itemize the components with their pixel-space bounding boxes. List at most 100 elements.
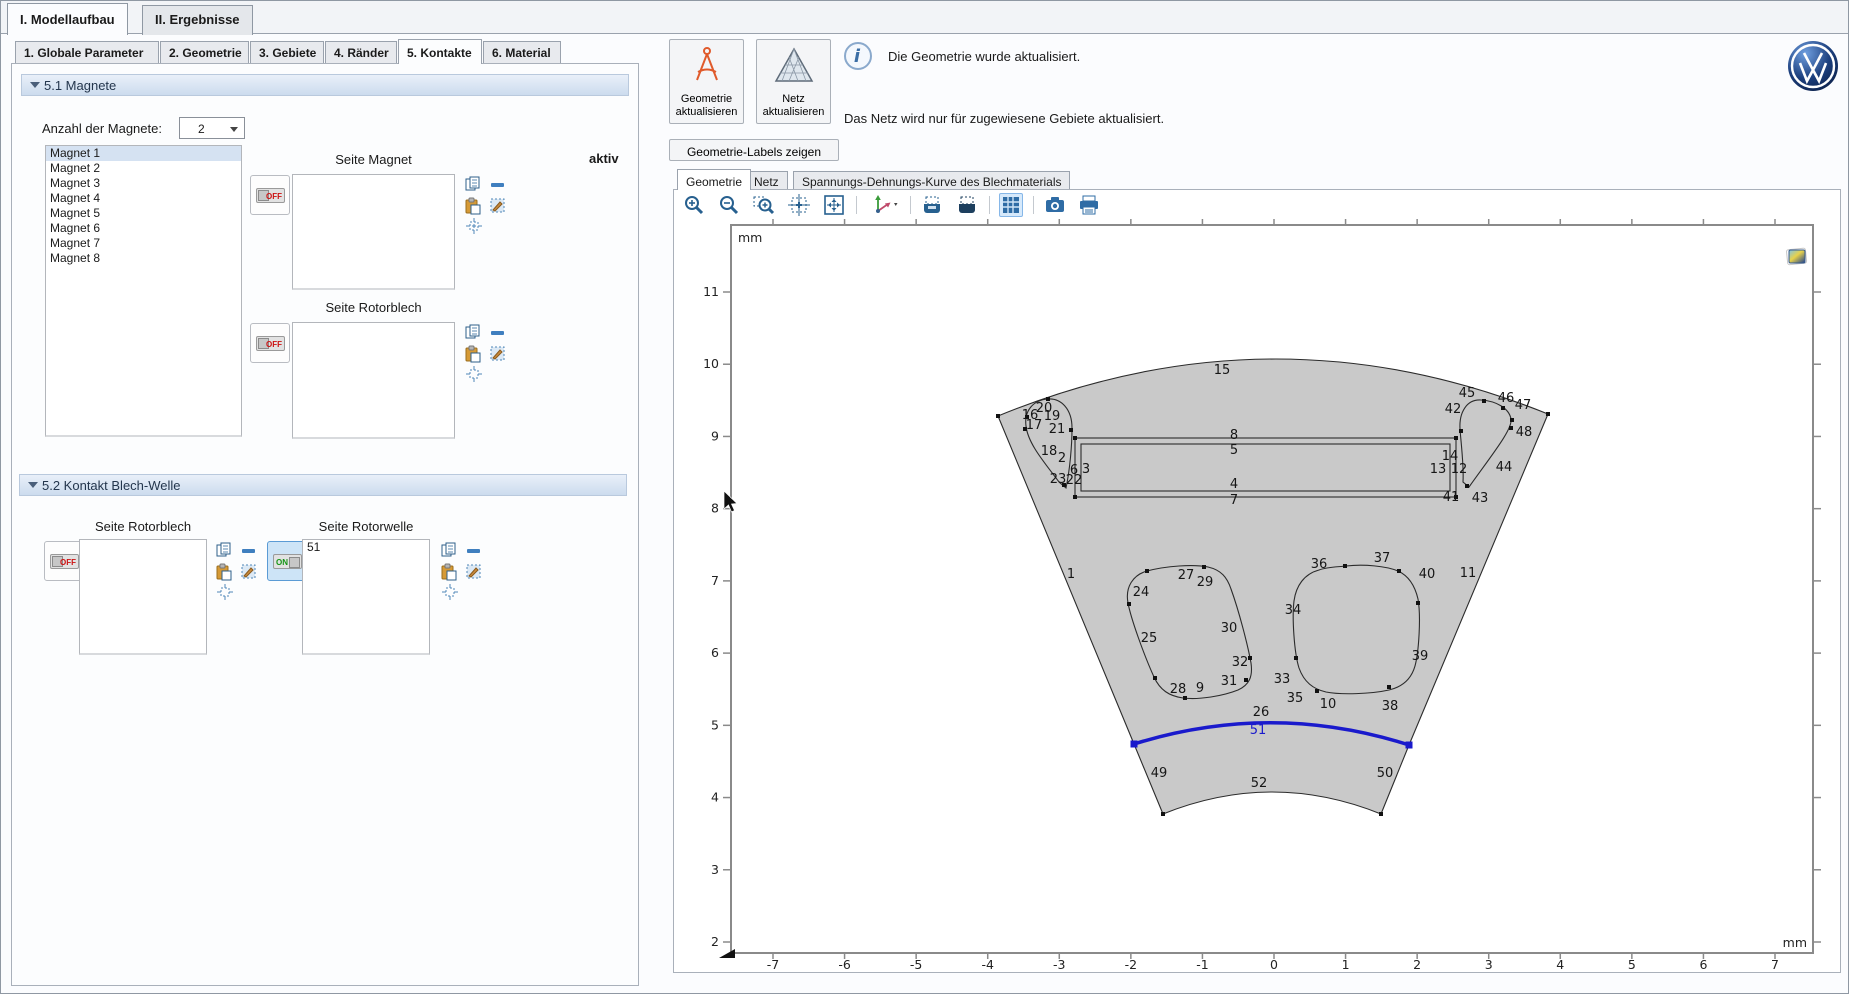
seite-rotorblech-toggle[interactable]: OFF bbox=[250, 323, 290, 363]
magnet-list-item[interactable]: Magnet 8 bbox=[46, 251, 241, 266]
copy-icon[interactable] bbox=[215, 541, 233, 559]
section-kontakt-header[interactable]: 5.2 Kontakt Blech-Welle bbox=[19, 474, 627, 496]
plot-tab-geometrie[interactable]: Geometrie bbox=[677, 169, 751, 190]
geometry-edge-label: 34 bbox=[1285, 603, 1302, 618]
copy-icon[interactable] bbox=[440, 541, 458, 559]
kontakt-rotorwelle-listbox[interactable]: 51 bbox=[302, 539, 430, 655]
svg-text:6: 6 bbox=[1699, 957, 1707, 972]
tab-kontakte[interactable]: 5. Kontakte bbox=[398, 39, 482, 64]
magnet-list-item[interactable]: Magnet 6 bbox=[46, 221, 241, 236]
geometry-edge-label: 26 bbox=[1253, 705, 1270, 720]
clear-selection-icon[interactable] bbox=[489, 345, 507, 363]
tab-material[interactable]: 6. Material bbox=[483, 41, 561, 64]
tab-raender[interactable]: 4. Ränder bbox=[325, 41, 397, 64]
zoom-out-icon[interactable] bbox=[717, 193, 741, 217]
geometry-edge-label: 33 bbox=[1274, 672, 1291, 687]
geometry-edge-label: 27 bbox=[1178, 568, 1195, 583]
geometry-edge-label: 17 bbox=[1026, 418, 1043, 433]
svg-text:8: 8 bbox=[711, 501, 719, 516]
print-icon[interactable] bbox=[1077, 193, 1101, 217]
magnet-list-item[interactable]: Magnet 2 bbox=[46, 161, 241, 176]
zoom-extents-icon[interactable] bbox=[787, 193, 811, 217]
geometry-edge-label: 40 bbox=[1419, 567, 1436, 582]
zoom-to-selection-icon[interactable] bbox=[216, 583, 234, 601]
netz-aktualisieren-button[interactable]: Netz aktualisieren bbox=[756, 39, 831, 124]
kontakt-rotorblech-listbox[interactable] bbox=[79, 539, 207, 655]
zoom-box-icon[interactable] bbox=[752, 193, 776, 217]
plot-thumbnail-icon[interactable] bbox=[1786, 248, 1806, 265]
magnet-list[interactable]: Magnet 1Magnet 2Magnet 3Magnet 4Magnet 5… bbox=[45, 145, 242, 437]
geometry-edge-label: 10 bbox=[1320, 697, 1337, 712]
magnet-list-item[interactable]: Magnet 5 bbox=[46, 206, 241, 221]
collapse-triangle-icon bbox=[28, 482, 38, 488]
magnet-list-item[interactable]: Magnet 7 bbox=[46, 236, 241, 251]
geometry-edge-label: 31 bbox=[1221, 674, 1238, 689]
magnet-list-item[interactable]: Magnet 1 bbox=[46, 146, 241, 161]
copy-icon[interactable] bbox=[464, 175, 482, 193]
geometry-edge-label: 38 bbox=[1382, 699, 1399, 714]
kontakt-rotorwelle-toggle[interactable]: ON bbox=[267, 541, 307, 581]
zoom-to-selection-icon[interactable] bbox=[441, 583, 459, 601]
rotorwelle-list-item[interactable]: 51 bbox=[303, 540, 429, 555]
tab-geometrie[interactable]: 2. Geometrie bbox=[160, 41, 249, 64]
tab-globale-parameter[interactable]: 1. Globale Parameter bbox=[15, 41, 159, 64]
grid-toggle-icon[interactable] bbox=[999, 193, 1023, 217]
anzahl-dropdown[interactable]: 2 bbox=[179, 117, 245, 139]
remove-icon[interactable] bbox=[489, 325, 507, 343]
paste-icon[interactable] bbox=[215, 563, 233, 581]
clear-selection-icon[interactable] bbox=[240, 563, 258, 581]
plot-tab-spannungs-kurve[interactable]: Spannungs-Dehnungs-Kurve des Blechmateri… bbox=[793, 171, 1070, 190]
geometry-edge-label: 2 bbox=[1058, 451, 1066, 466]
clear-selection-icon[interactable] bbox=[465, 563, 483, 581]
svg-text:10: 10 bbox=[703, 356, 719, 371]
mesh-icon bbox=[772, 44, 816, 86]
geometry-edge-label: 7 bbox=[1230, 493, 1238, 508]
tab-gebiete[interactable]: 3. Gebiete bbox=[250, 41, 324, 64]
seite-rotorblech-listbox[interactable] bbox=[292, 322, 455, 439]
geometrie-aktualisieren-button[interactable]: Geometrie aktualisieren bbox=[669, 39, 744, 124]
zoom-in-icon[interactable] bbox=[682, 193, 706, 217]
export-image-dark-icon[interactable] bbox=[955, 193, 979, 217]
view-orientation-icon[interactable] bbox=[866, 193, 902, 217]
geometrie-labels-button[interactable]: Geometrie-Labels zeigen bbox=[669, 139, 839, 161]
section-magnete-header[interactable]: 5.1 Magnete bbox=[21, 74, 629, 96]
seite-magnet-toggle[interactable]: OFF bbox=[250, 175, 290, 215]
svg-text:2: 2 bbox=[1413, 957, 1421, 972]
svg-text:6: 6 bbox=[711, 645, 719, 660]
geometry-edge-label: 43 bbox=[1472, 491, 1489, 506]
magnet-list-item[interactable]: Magnet 3 bbox=[46, 176, 241, 191]
geometry-edge-label: 4 bbox=[1230, 477, 1238, 492]
remove-icon[interactable] bbox=[465, 543, 483, 561]
vw-logo bbox=[1787, 40, 1839, 95]
kontakt-rotorblech-toggle[interactable]: OFF bbox=[44, 541, 84, 581]
export-image-icon[interactable] bbox=[920, 193, 944, 217]
paste-icon[interactable] bbox=[464, 197, 482, 215]
tab-modellaufbau[interactable]: I. Modellaufbau bbox=[7, 3, 128, 35]
remove-icon[interactable] bbox=[489, 177, 507, 195]
svg-text:-5: -5 bbox=[910, 957, 922, 972]
paste-icon[interactable] bbox=[464, 345, 482, 363]
clear-selection-icon[interactable] bbox=[489, 197, 507, 215]
geometry-plot[interactable]: -7-6-5-4-3-2-101234567234567891011 mm mm… bbox=[674, 218, 1840, 972]
chevron-down-icon bbox=[230, 127, 238, 132]
svg-text:3: 3 bbox=[711, 862, 719, 877]
paste-icon[interactable] bbox=[440, 563, 458, 581]
remove-icon[interactable] bbox=[240, 543, 258, 561]
zoom-to-selection-icon[interactable] bbox=[465, 217, 483, 235]
magnet-list-item[interactable]: Magnet 4 bbox=[46, 191, 241, 206]
snapshot-camera-icon[interactable] bbox=[1043, 193, 1067, 217]
geometry-edge-label: 35 bbox=[1287, 691, 1304, 706]
zoom-to-selection-icon[interactable] bbox=[465, 365, 483, 383]
tab-ergebnisse[interactable]: II. Ergebnisse bbox=[142, 5, 253, 35]
geometry-edge-label: 22 bbox=[1066, 473, 1083, 488]
fit-view-icon[interactable] bbox=[822, 193, 846, 217]
geometry-edge-label: 28 bbox=[1170, 682, 1187, 697]
kontakt-rotorblech-title: Seite Rotorblech bbox=[79, 519, 207, 534]
geometry-edge-label: 24 bbox=[1133, 585, 1150, 600]
svg-text:11: 11 bbox=[703, 284, 719, 299]
svg-text:-2: -2 bbox=[1125, 957, 1137, 972]
copy-icon[interactable] bbox=[464, 323, 482, 341]
plot-tab-netz[interactable]: Netz bbox=[745, 171, 788, 190]
y-axis-unit-label: mm bbox=[738, 230, 762, 245]
seite-magnet-listbox[interactable] bbox=[292, 174, 455, 290]
